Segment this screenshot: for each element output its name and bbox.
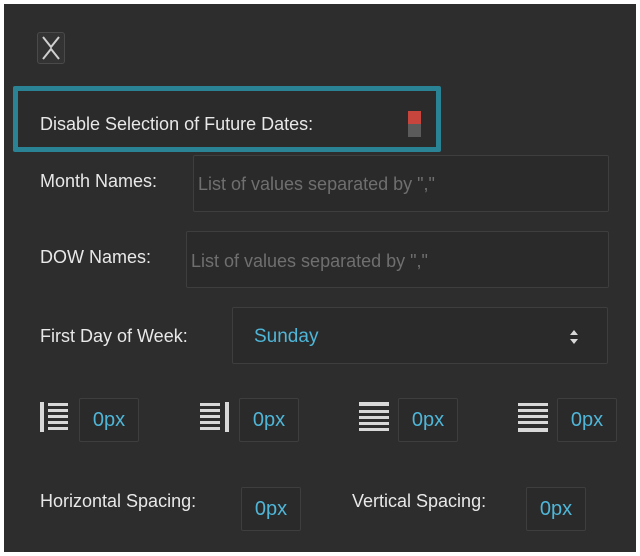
vertical-spacing-label: Vertical Spacing: [352, 491, 487, 511]
first-day-select[interactable]: Sunday [232, 307, 608, 364]
dow-names-placeholder: List of values separated by "," [191, 251, 428, 271]
align-left-icon [40, 402, 68, 432]
horizontal-spacing-input[interactable]: 0px [241, 487, 301, 531]
select-arrows-icon [570, 330, 578, 344]
vertical-spacing-input[interactable]: 0px [526, 487, 586, 531]
month-names-input[interactable]: List of values separated by "," [193, 155, 609, 212]
first-day-value: Sunday [254, 326, 319, 347]
dow-names-input[interactable]: List of values separated by "," [186, 231, 609, 288]
padding-bottom-value: 0px [570, 408, 604, 431]
month-names-placeholder: List of values separated by "," [198, 174, 435, 194]
toggle-off-indicator [408, 124, 421, 137]
align-bottom-icon [518, 403, 548, 432]
month-names-label: Month Names: [40, 171, 158, 191]
dow-names-label: DOW Names: [40, 247, 152, 267]
padding-right-value: 0px [252, 408, 286, 431]
first-day-label: First Day of Week: [40, 326, 188, 346]
align-right-icon [200, 402, 229, 432]
padding-left-input[interactable]: 0px [79, 398, 139, 442]
padding-left-value: 0px [92, 408, 126, 431]
close-button[interactable] [37, 32, 65, 64]
horizontal-spacing-value: 0px [254, 497, 288, 520]
future-dates-label: Disable Selection of Future Dates: [40, 114, 314, 134]
toggle-on-indicator [408, 111, 421, 124]
align-top-icon [359, 402, 389, 431]
padding-bottom-input[interactable]: 0px [557, 398, 617, 442]
vertical-spacing-value: 0px [539, 497, 573, 520]
padding-top-input[interactable]: 0px [398, 398, 458, 442]
close-icon [42, 36, 60, 60]
padding-top-value: 0px [411, 408, 445, 431]
horizontal-spacing-label: Horizontal Spacing: [40, 491, 197, 511]
padding-right-input[interactable]: 0px [239, 398, 299, 442]
future-dates-toggle[interactable] [408, 111, 421, 137]
